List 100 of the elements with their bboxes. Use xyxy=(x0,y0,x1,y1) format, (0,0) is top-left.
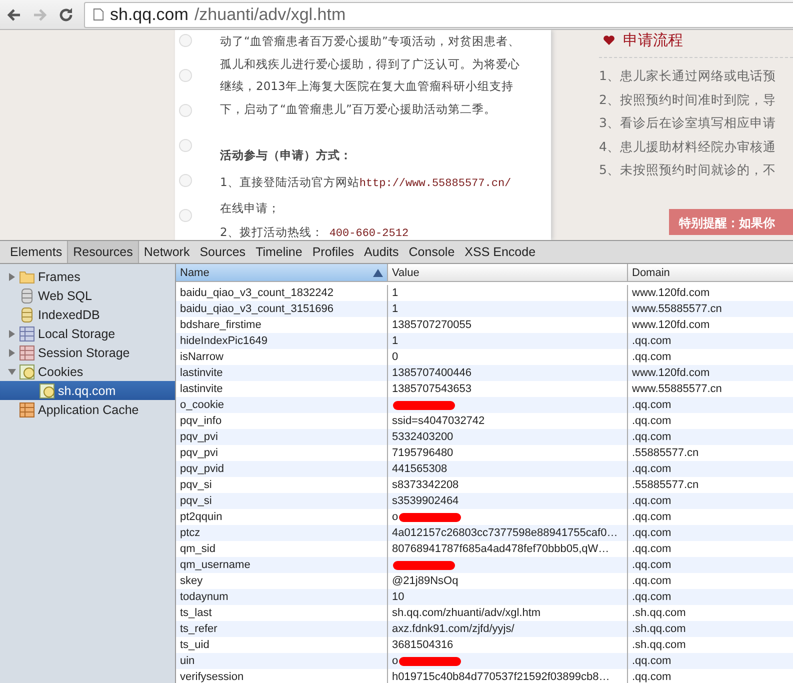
expand-arrow-icon[interactable] xyxy=(8,330,16,338)
sort-ascending-icon xyxy=(373,268,383,276)
forward-icon[interactable] xyxy=(32,6,48,22)
table-cell: ptcz xyxy=(176,525,388,541)
table-icon xyxy=(19,344,35,360)
devtools-tab[interactable]: Profiles xyxy=(307,241,360,263)
table-cell-text: 441565308 xyxy=(392,462,448,477)
table-cell-text: 1385707543653 xyxy=(392,382,472,397)
tree-item[interactable]: Session Storage xyxy=(0,343,175,362)
table-cell-text: .qq.com xyxy=(631,398,672,413)
devtools-tab[interactable]: Resources xyxy=(67,241,139,263)
address-bar[interactable]: sh.qq.com /zhuanti/adv/xgl.htm xyxy=(84,2,793,28)
table-cell: pqv_pvi xyxy=(176,429,388,445)
table-cell-text: www.55885577.cn xyxy=(631,382,723,397)
table-cell: ts_refer xyxy=(176,621,388,637)
table-cell: hideIndexPic1649 xyxy=(176,333,388,349)
devtools-tab[interactable]: Timeline xyxy=(250,241,308,263)
table-cell-text: 7195796480 xyxy=(392,446,454,461)
table-cell-text: .qq.com xyxy=(631,414,672,429)
expand-arrow-icon[interactable] xyxy=(8,272,16,280)
table-cell: lastinvite xyxy=(176,365,388,381)
article-paragraph: 动了“血管瘤患者百万爱心援助”专项活动，对贫困患者、孤儿和残疾儿进行爱心援助，得到了广泛认可。为将爱心继续，2013年上海复大医院在复大血管瘤科研小组支持下，启动了“血管瘤患儿”百万爱心援助活动第二季。 xyxy=(220,33,520,118)
table-cell-text: 0 xyxy=(392,350,398,365)
table-cell-text: sh.qq.com/zhuanti/adv/xgl.htm xyxy=(392,606,541,621)
devtools-tab[interactable]: XSS Encode xyxy=(460,241,541,263)
section-title: 申请流程 xyxy=(623,30,683,50)
devtools-tab[interactable]: Network xyxy=(138,241,195,263)
table-cell-text: 5332403200 xyxy=(392,430,454,445)
database-icon xyxy=(19,306,35,322)
cookie-icon xyxy=(19,364,35,380)
binder-hole-icon xyxy=(179,104,192,117)
table-cell-text: 1 xyxy=(392,302,398,317)
tree-item[interactable]: Local Storage xyxy=(0,324,175,343)
process-step: 4、患儿援助材料经院办审核通 xyxy=(599,134,793,158)
table-cell: pqv_pvid xyxy=(176,461,388,477)
table-cell: pqv_si xyxy=(176,493,388,509)
table-cell-text: .qq.com xyxy=(631,590,672,605)
reload-icon[interactable] xyxy=(58,6,74,22)
table-cell: uin xyxy=(176,653,388,669)
table-icon xyxy=(19,402,35,418)
table-cell-text: .sh.qq.com xyxy=(631,606,687,621)
list-item-text: 2、拨打活动热线： 400-660-2512 xyxy=(220,224,410,240)
table-cell-text: s8373342208 xyxy=(392,478,459,493)
table-cell-text: .qq.com xyxy=(631,558,672,573)
table-icon xyxy=(19,326,35,342)
table-cell: qm_username xyxy=(176,557,388,573)
binder-hole-icon xyxy=(179,209,192,222)
table-cell-text: .sh.qq.com xyxy=(631,622,687,637)
binder-hole-icon xyxy=(179,34,192,47)
column-header[interactable]: Name xyxy=(176,264,388,281)
table-cell: todaynum xyxy=(176,589,388,605)
website-link[interactable]: http://www.55885577.cn/ xyxy=(359,178,512,190)
table-cell-text: 1385707270055 xyxy=(392,318,472,333)
binder-hole-icon xyxy=(179,69,192,82)
tree-item[interactable]: IndexedDB xyxy=(0,305,175,324)
tree-item[interactable]: Web SQL xyxy=(0,286,175,305)
table-cell-text: .qq.com xyxy=(631,494,672,509)
table-cell-text: .qq.com xyxy=(631,334,672,349)
table-cell-text: .55885577.cn xyxy=(631,446,700,461)
back-icon[interactable] xyxy=(6,6,22,22)
tree-item[interactable]: sh.qq.com xyxy=(0,381,175,400)
table-cell-text: 1 xyxy=(392,334,398,349)
tree-item[interactable]: Frames xyxy=(0,267,175,286)
tree-item[interactable]: Cookies xyxy=(0,362,175,381)
table-cell: baidu_qiao_v3_count_3151696 xyxy=(176,301,388,317)
table-cell-text: 3681504316 xyxy=(392,638,454,653)
process-step: 1、患儿家长通过网络或电话预 xyxy=(599,64,793,88)
column-header[interactable]: Domain xyxy=(628,264,793,281)
table-cell-text: www.120fd.com xyxy=(631,366,711,381)
table-cell-text: @21j89NsOq xyxy=(392,574,458,589)
process-step: 2、按照预约时间准时到院，导 xyxy=(599,88,793,111)
table-cell-text: o xyxy=(392,654,398,669)
expand-arrow-icon[interactable] xyxy=(8,348,16,356)
page-icon xyxy=(93,8,104,21)
devtools-tab[interactable]: Console xyxy=(404,241,460,263)
column-header[interactable]: Value xyxy=(388,264,628,281)
binder-hole-icon xyxy=(179,174,192,187)
table-cell-text: .qq.com xyxy=(631,542,672,557)
table-cell-text: .sh.qq.com xyxy=(631,638,687,653)
list-item-text: 1、直接登陆活动官方网站http://www.55885577.cn/ 在线申请； xyxy=(220,174,512,217)
collapse-arrow-icon[interactable] xyxy=(8,368,16,376)
process-step: 5、未按照预约时间就诊的，不 xyxy=(599,158,793,182)
tree-item[interactable]: Application Cache xyxy=(0,400,175,419)
table-cell-text: .qq.com xyxy=(631,462,672,477)
table-cell-text: o xyxy=(392,510,398,525)
table-cell-text: .qq.com xyxy=(631,574,672,589)
database-icon xyxy=(19,288,35,304)
table-cell-text: 1385707400446 xyxy=(392,366,472,381)
devtools-tab[interactable]: Sources xyxy=(194,241,251,263)
devtools-tab[interactable]: Elements xyxy=(5,241,68,263)
table-cell: o_cookie xyxy=(176,397,388,413)
binder-hole-icon xyxy=(179,139,192,152)
table-cell-text: .55885577.cn xyxy=(631,478,700,493)
table-cell-text: .qq.com xyxy=(631,526,672,541)
table-cell-text: 1 xyxy=(392,286,398,301)
table-cell-text: ssid=s4047032742 xyxy=(392,414,485,429)
table-cell-text: .qq.com xyxy=(631,510,672,525)
table-cell-text: www.120fd.com xyxy=(631,286,711,301)
devtools-tab[interactable]: Audits xyxy=(359,241,404,263)
table-cell-text: www.120fd.com xyxy=(631,318,711,333)
